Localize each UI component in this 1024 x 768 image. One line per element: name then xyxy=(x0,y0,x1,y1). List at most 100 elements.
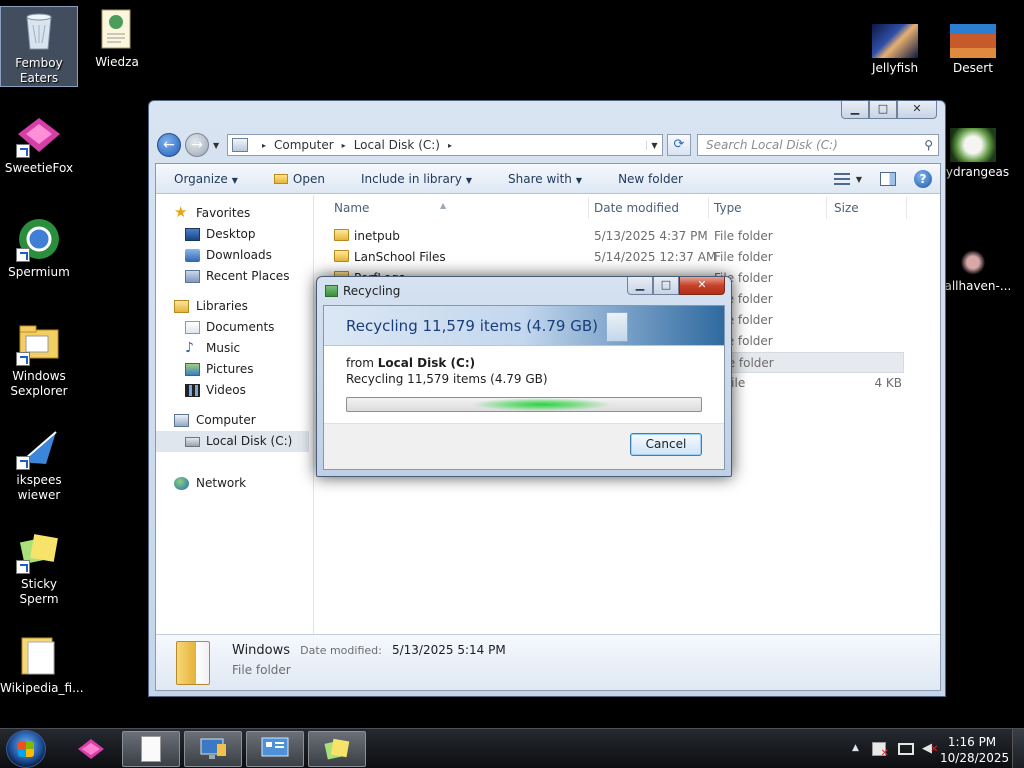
column-date-modified[interactable]: Date modified xyxy=(594,201,679,215)
nav-recent-places[interactable]: Recent Places xyxy=(156,266,313,287)
desktop-icon-wikipedia-fi[interactable]: Wikipedia_fi... xyxy=(0,632,84,696)
column-type[interactable]: Type xyxy=(714,201,742,215)
recent-pages-dropdown[interactable]: ▼ xyxy=(213,141,219,150)
refresh-button[interactable]: ⟳ xyxy=(667,134,691,156)
document-icon xyxy=(94,6,140,52)
desktop-icon-spermium[interactable]: Spermium xyxy=(0,216,78,280)
shortcut-arrow-icon xyxy=(16,456,30,470)
computer-icon xyxy=(232,138,248,152)
breadcrumb-separator[interactable]: ▸ xyxy=(262,141,266,150)
open-button[interactable]: Open xyxy=(256,172,343,186)
details-pane: Windows Date modified: 5/13/2025 5:14 PM… xyxy=(156,634,940,690)
view-dropdown-icon[interactable]: ▼ xyxy=(856,175,862,184)
nav-desktop[interactable]: Desktop xyxy=(156,224,313,245)
organize-label: Organize xyxy=(174,171,228,186)
taskbar-sweetiefox[interactable] xyxy=(62,731,120,767)
nav-favorites[interactable]: ★ Favorites xyxy=(156,203,313,224)
nav-label: Pictures xyxy=(206,362,254,376)
nav-label: Favorites xyxy=(196,206,251,220)
file-row[interactable]: LanSchool Files 5/14/2025 12:37 AM File fo… xyxy=(316,247,940,268)
taskbar-document[interactable] xyxy=(122,731,180,767)
desktop-icon-jellyfish[interactable]: Jellyfish xyxy=(856,16,934,76)
image-icon xyxy=(950,128,996,162)
back-button[interactable]: ← xyxy=(157,133,181,157)
image-icon xyxy=(950,242,996,276)
dialog-title: Recycling xyxy=(343,284,401,298)
minimize-button[interactable]: ▁ xyxy=(841,101,869,119)
share-label: Share with xyxy=(508,171,572,186)
start-button[interactable] xyxy=(6,730,46,768)
close-button[interactable]: ✕ xyxy=(897,101,937,119)
nav-videos[interactable]: Videos xyxy=(156,380,313,401)
include-in-library-button[interactable]: Include in library ▼ xyxy=(343,172,490,186)
organize-button[interactable]: Organize ▼ xyxy=(156,172,256,186)
sweetiefox-icon xyxy=(78,739,104,759)
shortcut-arrow-icon xyxy=(16,144,30,158)
breadcrumb-separator[interactable]: ▸ xyxy=(342,141,346,150)
cancel-button[interactable]: Cancel xyxy=(630,433,702,456)
clock[interactable]: 1:16 PM 10/28/2025 xyxy=(940,734,1009,766)
show-hidden-icons-button[interactable]: ▲ xyxy=(852,743,859,753)
preview-pane-icon[interactable] xyxy=(880,172,896,186)
shortcut-arrow-icon xyxy=(16,352,30,366)
nav-pictures[interactable]: Pictures xyxy=(156,359,313,380)
new-folder-button[interactable]: New folder xyxy=(600,172,701,186)
nav-label: Recent Places xyxy=(206,269,290,283)
nav-downloads[interactable]: Downloads xyxy=(156,245,313,266)
desktop-icon-ikspees-wiewer[interactable]: ikspees wiewer xyxy=(0,424,78,503)
breadcrumb-local-disk[interactable]: Local Disk (C:) xyxy=(354,138,440,152)
desktop-icon-femboy-eaters[interactable]: Femboy Eaters xyxy=(0,6,78,87)
recycling-dialog: Recycling ▁ □ ✕ Recycling 11,579 items (… xyxy=(316,276,732,477)
desktop-icon-label: Windows Sexplorer xyxy=(10,369,68,398)
desktop-icon-label: ikspees wiewer xyxy=(16,473,62,502)
address-bar[interactable]: ▸ Computer ▸ Local Disk (C:) ▸ ▼ xyxy=(227,134,663,156)
desktop-icon-desert[interactable]: Desert xyxy=(934,16,1012,76)
forward-button[interactable]: → xyxy=(185,133,209,157)
from-label: from xyxy=(346,356,374,370)
volume-muted-icon[interactable]: ◀ xyxy=(922,741,938,756)
search-icon[interactable]: ⚲ xyxy=(924,135,933,155)
include-label: Include in library xyxy=(360,171,462,186)
taskbar-control-panel[interactable] xyxy=(246,731,304,767)
clock-time: 1:16 PM xyxy=(947,735,997,749)
dialog-caption-buttons: ▁ □ ✕ xyxy=(627,277,725,295)
nav-local-disk[interactable]: Local Disk (C:) xyxy=(156,431,309,452)
nav-computer[interactable]: Computer xyxy=(156,410,313,431)
taskbar-sticky-notes[interactable] xyxy=(308,731,366,767)
command-bar: Organize ▼ Open Include in library ▼ Share… xyxy=(156,164,940,194)
breadcrumb-computer[interactable]: Computer xyxy=(274,138,334,152)
desktop-icon-sweetiefox[interactable]: SweetieFox xyxy=(0,112,78,176)
breadcrumb-separator[interactable]: ▸ xyxy=(448,141,452,150)
dialog-close-button[interactable]: ✕ xyxy=(679,277,725,295)
address-dropdown-icon[interactable]: ▼ xyxy=(646,140,662,150)
show-desktop-button[interactable] xyxy=(1012,729,1024,768)
taskbar-remote-desktop[interactable] xyxy=(184,731,242,767)
document-icon xyxy=(141,736,161,762)
dialog-minimize-button[interactable]: ▁ xyxy=(627,277,653,295)
view-controls: ▼ ? xyxy=(833,164,932,194)
nav-libraries[interactable]: Libraries xyxy=(156,296,313,317)
column-size[interactable]: Size xyxy=(834,201,859,215)
share-with-button[interactable]: Share with ▼ xyxy=(490,172,600,186)
search-input[interactable]: Search Local Disk (C:) ⚲ xyxy=(697,134,939,156)
videos-icon xyxy=(185,384,200,397)
file-row[interactable]: inetpub 5/13/2025 4:37 PM File folder xyxy=(316,226,940,247)
help-icon[interactable]: ? xyxy=(914,170,932,188)
folder-icon xyxy=(334,250,349,262)
dialog-body: Recycling 11,579 items (4.79 GB) from Lo… xyxy=(323,305,725,470)
desktop-icon-windows-sexplorer[interactable]: Windows Sexplorer xyxy=(0,320,78,399)
nav-documents[interactable]: Documents xyxy=(156,317,313,338)
desktop-icon-sticky-sperm[interactable]: Sticky Sperm xyxy=(0,528,78,607)
column-name[interactable]: Name xyxy=(334,201,369,215)
change-view-icon[interactable] xyxy=(833,173,850,185)
column-headers: ▲ Name Date modified Type Size xyxy=(316,195,940,221)
network-icon xyxy=(174,477,189,490)
recycle-icon xyxy=(325,285,338,297)
nav-network[interactable]: Network xyxy=(156,473,313,494)
action-center-icon[interactable] xyxy=(872,742,889,759)
network-status-icon[interactable] xyxy=(898,743,914,755)
desktop-icon-wiedza[interactable]: Wiedza xyxy=(78,6,156,70)
maximize-button[interactable]: □ xyxy=(869,101,897,119)
nav-music[interactable]: ♪ Music xyxy=(156,338,313,359)
browser-icon xyxy=(16,216,62,262)
